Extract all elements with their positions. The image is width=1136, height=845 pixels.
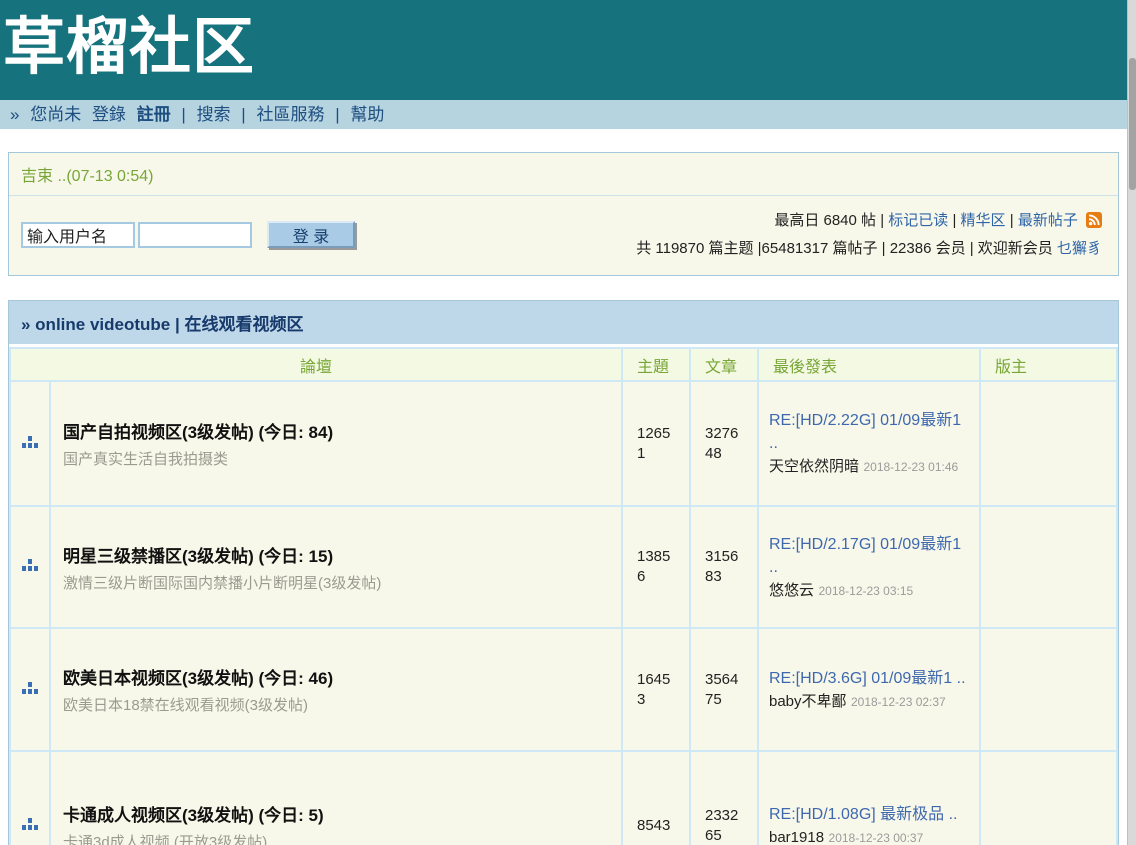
forum-row: 欧美日本视频区(3级发帖) (今日: 46) 欧美日本18禁在线观看视频(3级发… bbox=[10, 628, 1117, 751]
col-header-posts: 文章 bbox=[690, 348, 758, 381]
forum-row: 卡通成人视频区(3级发帖) (今日: 5) 卡通3d成人视频 (开放3级发帖) … bbox=[10, 751, 1117, 845]
last-post-cell: RE:[HD/3.6G] 01/09最新1 .. baby不卑鄙 2018-12… bbox=[758, 628, 980, 751]
posts-count: 315683 bbox=[690, 506, 758, 628]
forum-description: 欧美日本18禁在线观看视频(3级发帖) bbox=[63, 694, 611, 715]
last-post-link[interactable]: RE:[HD/3.6G] 01/09最新1 .. bbox=[769, 670, 966, 687]
navbar-arrow: » bbox=[10, 105, 19, 124]
last-post-time: 2018-12-23 02:37 bbox=[851, 695, 946, 709]
nav-services-link[interactable]: 社區服務 bbox=[256, 105, 324, 124]
password-input[interactable] bbox=[138, 222, 252, 248]
moderator-cell bbox=[980, 381, 1117, 506]
forum-link[interactable]: 国产自拍视频区(3级发帖) (今日: 84) bbox=[63, 418, 611, 443]
posts-count: 356475 bbox=[690, 628, 758, 751]
last-post-link[interactable]: RE:[HD/2.22G] 01/09最新1 .. bbox=[769, 412, 961, 452]
site-header: 草榴社区 bbox=[0, 0, 1127, 100]
separator: | bbox=[335, 105, 339, 124]
forum-row: 国产自拍视频区(3级发帖) (今日: 84) 国产真实生活自我拍摄类 12651… bbox=[10, 381, 1117, 506]
col-header-lastpost: 最後發表 bbox=[758, 348, 980, 381]
separator: | bbox=[1010, 212, 1014, 229]
moderator-cell bbox=[980, 628, 1117, 751]
login-status-text: 您尚未 bbox=[30, 105, 81, 124]
login-button[interactable]: 登 录 bbox=[267, 221, 355, 248]
last-post-user[interactable]: 悠悠云 bbox=[769, 582, 814, 599]
moderator-cell bbox=[980, 751, 1117, 845]
max-daily-posts: 最高日 6840 帖 bbox=[774, 212, 876, 229]
separator: | bbox=[952, 212, 956, 229]
forum-status-icon bbox=[10, 751, 50, 845]
separator: | bbox=[241, 105, 245, 124]
board-stats: 最高日 6840 帖 | 标记已读 | 精华区 | 最新帖子 共 119870 … bbox=[636, 208, 1106, 261]
top-navbar: » 您尚未 登錄 註冊 | 搜索 | 社區服務 | 幫助 bbox=[0, 100, 1127, 129]
rss-icon[interactable] bbox=[1086, 211, 1102, 236]
notice-login-box: 吉束 ..(07-13 0:54) 登 录 最高日 6840 帖 | 标记已读 … bbox=[8, 152, 1119, 276]
totals-text: 共 119870 篇主题 |65481317 篇帖子 | 22386 会员 | … bbox=[636, 240, 1053, 257]
posts-count: 233265 bbox=[690, 751, 758, 845]
last-post-user[interactable]: baby不卑鄙 bbox=[769, 693, 847, 710]
forum-row: 明星三级禁播区(3级发帖) (今日: 15) 激情三级片断国际国内禁播小片断明星… bbox=[10, 506, 1117, 628]
nav-search-link[interactable]: 搜索 bbox=[197, 105, 231, 124]
newest-member-link[interactable]: 乜獬豸 bbox=[1057, 240, 1102, 257]
latest-posts-link[interactable]: 最新帖子 bbox=[1018, 212, 1078, 229]
forum-link[interactable]: 欧美日本视频区(3级发帖) (今日: 46) bbox=[63, 664, 611, 689]
moderator-cell bbox=[980, 506, 1117, 628]
col-header-forum: 論壇 bbox=[10, 348, 622, 381]
last-post-cell: RE:[HD/2.22G] 01/09最新1 .. 天空依然阴暗 2018-12… bbox=[758, 381, 980, 506]
last-post-link[interactable]: RE:[HD/2.17G] 01/09最新1 .. bbox=[769, 536, 961, 576]
forum-link[interactable]: 明星三级禁播区(3级发帖) (今日: 15) bbox=[63, 542, 611, 567]
last-post-time: 2018-12-23 01:46 bbox=[863, 460, 958, 474]
forum-status-icon bbox=[10, 506, 50, 628]
forum-page: 草榴社区 » 您尚未 登錄 註冊 | 搜索 | 社區服務 | 幫助 吉束 ..(… bbox=[0, 0, 1136, 845]
stats-line-2: 共 119870 篇主题 |65481317 篇帖子 | 22386 会员 | … bbox=[636, 236, 1102, 261]
last-post-time: 2018-12-23 00:37 bbox=[829, 831, 924, 845]
digest-link[interactable]: 精华区 bbox=[961, 212, 1006, 229]
nav-help-link[interactable]: 幫助 bbox=[350, 105, 384, 124]
page-scrollbar[interactable] bbox=[1127, 0, 1136, 845]
mark-read-link[interactable]: 标记已读 bbox=[888, 212, 948, 229]
col-header-topics: 主題 bbox=[622, 348, 690, 381]
nav-login-link[interactable]: 登錄 bbox=[92, 105, 126, 124]
last-post-link[interactable]: RE:[HD/1.08G] 最新极品 .. bbox=[769, 806, 958, 823]
forum-category-panel: » online videotube | 在线观看视频区 論壇 主題 文章 最後… bbox=[8, 300, 1119, 845]
last-post-cell: RE:[HD/2.17G] 01/09最新1 .. 悠悠云 2018-12-23… bbox=[758, 506, 980, 628]
topics-count: 12651 bbox=[622, 381, 690, 506]
forum-table: 論壇 主題 文章 最後發表 版主 国产自拍视频区(3级发帖) (今日: 84) … bbox=[9, 347, 1118, 845]
forum-link[interactable]: 卡通成人视频区(3级发帖) (今日: 5) bbox=[63, 801, 611, 826]
announcement-link[interactable]: 吉束 ..(07-13 0:54) bbox=[9, 153, 1118, 196]
last-post-cell: RE:[HD/1.08G] 最新极品 .. bar1918 2018-12-23… bbox=[758, 751, 980, 845]
separator: | bbox=[181, 105, 185, 124]
username-input[interactable] bbox=[21, 222, 135, 248]
site-logo: 草榴社区 bbox=[0, 0, 1127, 96]
topics-count: 8543 bbox=[622, 751, 690, 845]
last-post-user[interactable]: bar1918 bbox=[769, 829, 824, 845]
last-post-time: 2018-12-23 03:15 bbox=[818, 584, 913, 598]
last-post-user[interactable]: 天空依然阴暗 bbox=[769, 458, 859, 475]
topics-count: 13856 bbox=[622, 506, 690, 628]
posts-count: 327648 bbox=[690, 381, 758, 506]
separator: | bbox=[880, 212, 884, 229]
forum-status-icon bbox=[10, 381, 50, 506]
forum-description: 卡通3d成人视频 (开放3级发帖) bbox=[63, 831, 611, 845]
table-header-row: 論壇 主題 文章 最後發表 版主 bbox=[10, 348, 1117, 381]
forum-description: 国产真实生活自我拍摄类 bbox=[63, 448, 611, 469]
forum-status-icon bbox=[10, 628, 50, 751]
col-header-moderator: 版主 bbox=[980, 348, 1117, 381]
forum-description: 激情三级片断国际国内禁播小片断明星(3级发帖) bbox=[63, 572, 611, 593]
scrollbar-thumb[interactable] bbox=[1129, 58, 1136, 190]
nav-register-link[interactable]: 註冊 bbox=[137, 105, 171, 124]
topics-count: 16453 bbox=[622, 628, 690, 751]
stats-line-1: 最高日 6840 帖 | 标记已读 | 精华区 | 最新帖子 bbox=[636, 208, 1102, 236]
login-form: 登 录 bbox=[21, 208, 355, 261]
category-title[interactable]: » online videotube | 在线观看视频区 bbox=[9, 301, 1118, 344]
